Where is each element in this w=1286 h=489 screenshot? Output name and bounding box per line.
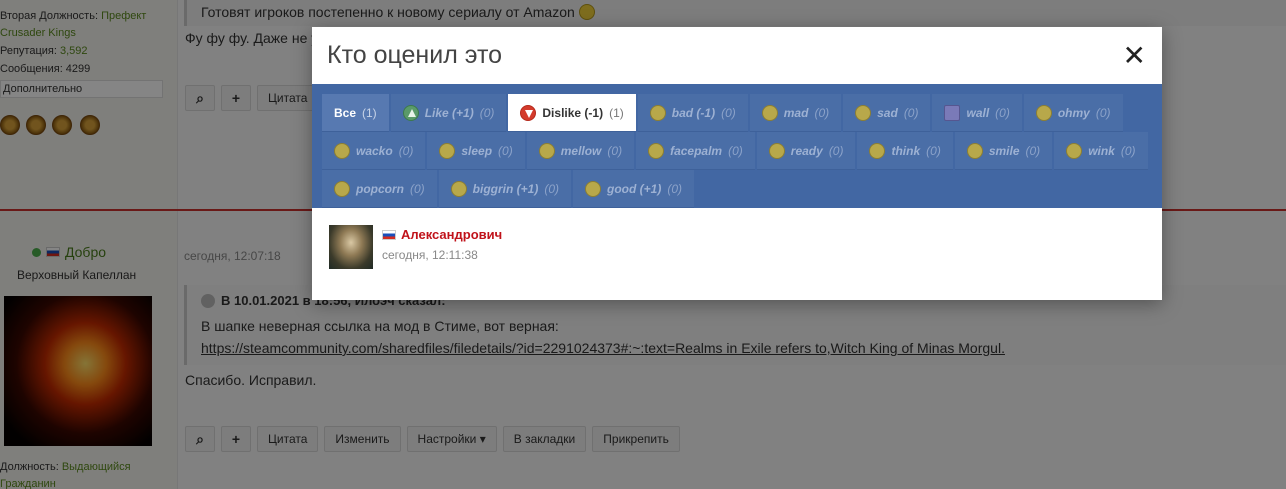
tab-all[interactable]: Все (1) <box>322 94 389 132</box>
tab-ready[interactable]: ready (0) <box>756 132 856 170</box>
sad-emoji-icon <box>855 104 872 121</box>
reactions-modal: Кто оценил это ✕ Все (1) Like (+1) (0) Dis… <box>312 27 1162 300</box>
voter-time: сегодня, 12:11:38 <box>382 248 478 262</box>
mad-emoji-icon <box>761 104 778 121</box>
mellow-emoji-icon <box>538 142 555 159</box>
tab-wink[interactable]: wink (0) <box>1054 132 1148 170</box>
biggrin-emoji-icon <box>450 180 467 197</box>
modal-title: Кто оценил это <box>327 41 503 69</box>
wink-emoji-icon <box>1066 142 1083 159</box>
tab-sad[interactable]: sad (0) <box>843 94 931 132</box>
tab-mad[interactable]: mad (0) <box>749 94 842 132</box>
tab-wall[interactable]: wall (0) <box>932 94 1022 132</box>
voter-info: Александрович сегодня, 12:11:38 <box>382 225 502 269</box>
tab-popcorn[interactable]: popcorn (0) <box>322 170 437 208</box>
tab-sleep[interactable]: sleep (0) <box>427 132 525 170</box>
tab-facepalm[interactable]: facepalm (0) <box>636 132 755 170</box>
tab-good[interactable]: good (+1) (0) <box>573 170 695 208</box>
sleep-emoji-icon <box>439 142 456 159</box>
modal-header: Кто оценил это ✕ <box>312 27 1162 84</box>
wacko-emoji-icon <box>334 142 350 159</box>
tab-bad[interactable]: bad (-1) (0) <box>637 94 748 132</box>
ready-emoji-icon <box>768 142 785 159</box>
good-emoji-icon <box>585 180 602 197</box>
facepalm-emoji-icon <box>648 142 665 159</box>
voter-avatar[interactable] <box>329 225 373 269</box>
tab-dislike[interactable]: Dislike (-1) (1) <box>508 94 636 132</box>
ohmy-emoji-icon <box>1035 104 1052 121</box>
tab-wacko[interactable]: wacko (0) <box>322 132 426 170</box>
tab-like[interactable]: Like (+1) (0) <box>390 94 507 132</box>
like-icon <box>402 104 419 121</box>
dislike-icon <box>520 104 537 121</box>
tab-mellow[interactable]: mellow (0) <box>526 132 635 170</box>
close-icon[interactable]: ✕ <box>1123 41 1146 70</box>
wall-emoji-icon <box>944 104 961 121</box>
smile-emoji-icon <box>966 142 983 159</box>
tab-smile[interactable]: smile (0) <box>954 132 1053 170</box>
voter-name[interactable]: Александрович <box>382 227 502 242</box>
voter-list: Александрович сегодня, 12:11:38 <box>312 208 1162 286</box>
russia-flag-icon <box>382 229 396 240</box>
reaction-tabs: Все (1) Like (+1) (0) Dislike (-1) (1) bad … <box>312 84 1162 208</box>
tab-biggrin[interactable]: biggrin (+1) (0) <box>438 170 572 208</box>
thumbs-down-emoji-icon <box>649 104 666 121</box>
tab-think[interactable]: think (0) <box>857 132 953 170</box>
tab-ohmy[interactable]: ohmy (0) <box>1023 94 1123 132</box>
popcorn-emoji-icon <box>334 180 350 197</box>
think-emoji-icon <box>869 142 886 159</box>
